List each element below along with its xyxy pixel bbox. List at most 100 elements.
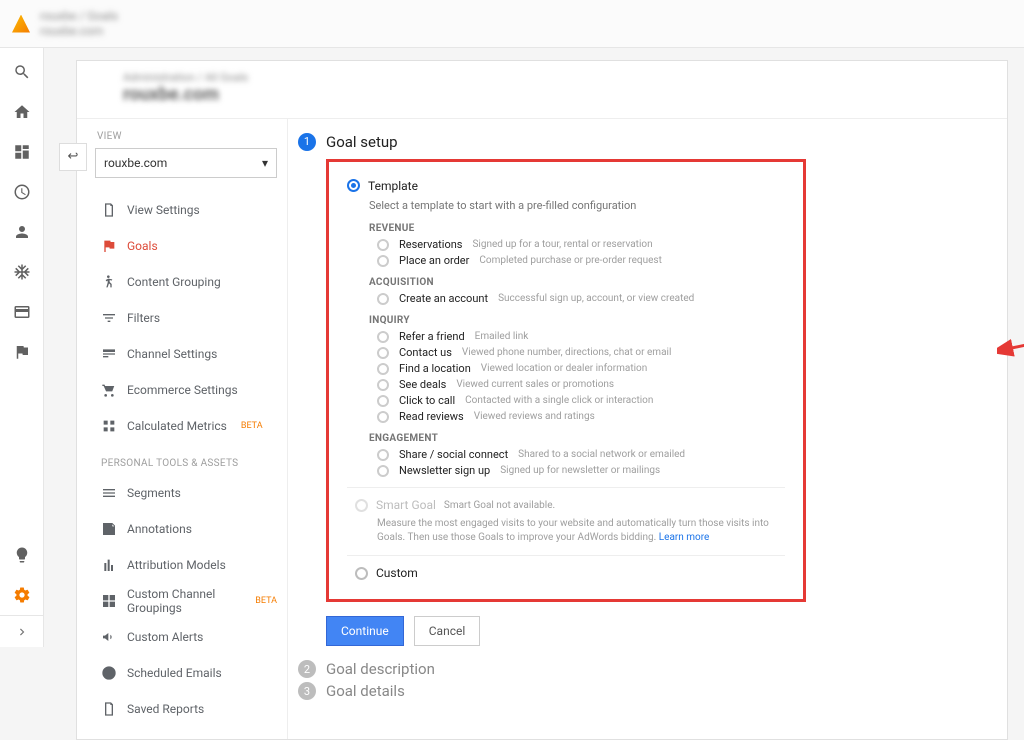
step-1-badge: 1 [298, 133, 316, 151]
dd-icon [101, 418, 117, 434]
sidebar-item-channel-settings[interactable]: Channel Settings [85, 336, 287, 372]
segments-icon [101, 485, 117, 501]
radio-icon [377, 379, 389, 391]
sidebar-item-attribution-models[interactable]: Attribution Models [85, 547, 287, 583]
note-icon [101, 521, 117, 537]
card-icon[interactable] [0, 292, 43, 332]
sidebar-item-scheduled-emails[interactable]: Scheduled Emails [85, 655, 287, 691]
goal-option-create-an-account[interactable]: Create an accountSuccessful sign up, acc… [377, 292, 785, 305]
radio-icon [347, 179, 360, 192]
goal-option-see-deals[interactable]: See dealsViewed current sales or promoti… [377, 378, 785, 391]
radio-icon [377, 395, 389, 407]
bars-icon [101, 557, 117, 573]
radio-icon [377, 363, 389, 375]
dashboard-icon[interactable] [0, 132, 43, 172]
step-3-title: Goal details [326, 682, 405, 700]
clock-icon[interactable] [0, 172, 43, 212]
horn-icon [101, 629, 117, 645]
goal-option-reservations[interactable]: ReservationsSigned up for a tour, rental… [377, 238, 785, 251]
sidebar-item-label: Annotations [127, 522, 192, 536]
cancel-button[interactable]: Cancel [414, 616, 481, 646]
goal-option-desc: Emailed link [475, 331, 529, 342]
goal-option-place-an-order[interactable]: Place an orderCompleted purchase or pre-… [377, 254, 785, 267]
radio-icon [377, 239, 389, 251]
sidebar-item-segments[interactable]: Segments [85, 475, 287, 511]
radio-icon [377, 331, 389, 343]
goal-option-desc: Signed up for newsletter or mailings [500, 465, 660, 476]
goal-option-label: Find a location [399, 362, 471, 375]
goal-option-label: Read reviews [399, 410, 464, 423]
goal-option-desc: Completed purchase or pre-order request [479, 255, 661, 266]
sidebar-item-annotations[interactable]: Annotations [85, 511, 287, 547]
goal-option-label: Reservations [399, 238, 462, 251]
flag-icon [101, 238, 117, 254]
sidebar-item-filters[interactable]: Filters [85, 300, 287, 336]
doc-icon [101, 701, 117, 717]
sidebar-item-view-settings[interactable]: View Settings [85, 192, 287, 228]
breadcrumb: Administration / All Goals [123, 71, 991, 84]
view-selector[interactable]: rouxbe.com ▾ [95, 148, 277, 178]
home-icon[interactable] [0, 92, 43, 132]
sidebar-item-ecommerce-settings[interactable]: Ecommerce Settings [85, 372, 287, 408]
template-label: Template [368, 179, 418, 193]
radio-icon [355, 499, 368, 512]
goal-option-label: Share / social connect [399, 448, 508, 461]
template-desc: Select a template to start with a pre-fi… [369, 198, 785, 213]
admin-card: Administration / All Goals rouxbe.com ↩ … [76, 60, 1008, 740]
sidebar-item-calculated-metrics[interactable]: Calculated MetricsBETA [85, 408, 287, 444]
view-selector-value: rouxbe.com [104, 156, 167, 170]
smart-goal-status: Smart Goal not available. [444, 500, 555, 511]
flag-icon[interactable] [0, 332, 43, 372]
clock2-icon [101, 665, 117, 681]
sidebar-item-label: Calculated Metrics [127, 419, 227, 433]
step-3-badge: 3 [298, 682, 316, 700]
sidebar-item-label: Custom Channel Groupings [127, 587, 241, 615]
admin-sidebar: ↩ VIEW rouxbe.com ▾ View SettingsGoalsCo… [77, 119, 287, 739]
goal-option-desc: Shared to a social network or emailed [518, 449, 685, 460]
group-header: ENGAGEMENT [369, 433, 785, 444]
admin-gear-icon[interactable] [0, 575, 43, 615]
flow-icon[interactable] [0, 252, 43, 292]
goal-option-read-reviews[interactable]: Read reviewsViewed reviews and ratings [377, 410, 785, 423]
goal-option-refer-a-friend[interactable]: Refer a friendEmailed link [377, 330, 785, 343]
goal-option-desc: Viewed current sales or promotions [456, 379, 614, 390]
goal-option-label: Click to call [399, 394, 455, 407]
group-header: ACQUISITION [369, 277, 785, 288]
goal-option-click-to-call[interactable]: Click to callContacted with a single cli… [377, 394, 785, 407]
custom-option[interactable]: Custom [355, 566, 785, 580]
run-icon [101, 274, 117, 290]
sidebar-item-goals[interactable]: Goals [85, 228, 287, 264]
goal-option-label: Contact us [399, 346, 452, 359]
goal-setup-panel: Template Select a template to start with… [326, 159, 806, 602]
radio-icon [377, 465, 389, 477]
step-1-title: Goal setup [326, 133, 398, 151]
sidebar-item-saved-reports[interactable]: Saved Reports [85, 691, 287, 727]
smart-goal-option: Smart Goal Smart Goal not available. [355, 498, 785, 512]
sidebar-item-label: Scheduled Emails [127, 666, 222, 680]
goal-option-label: Create an account [399, 292, 488, 305]
search-icon[interactable] [0, 52, 43, 92]
learn-more-link[interactable]: Learn more [659, 532, 710, 543]
sidebar-item-label: Attribution Models [127, 558, 226, 572]
sidebar-item-custom-alerts[interactable]: Custom Alerts [85, 619, 287, 655]
goal-option-find-a-location[interactable]: Find a locationViewed location or dealer… [377, 362, 785, 375]
sidebar-item-content-grouping[interactable]: Content Grouping [85, 264, 287, 300]
expand-chevron-icon[interactable] [0, 615, 44, 647]
custom-label: Custom [376, 566, 418, 580]
goal-option-contact-us[interactable]: Contact us Viewed phone number, direction… [377, 346, 785, 359]
sidebar-item-label: Channel Settings [127, 347, 217, 361]
continue-button[interactable]: Continue [326, 616, 404, 646]
goal-option-label: Newsletter sign up [399, 464, 490, 477]
template-option[interactable]: Template [347, 179, 785, 193]
user-icon[interactable] [0, 212, 43, 252]
goal-option-newsletter-sign-up[interactable]: Newsletter sign up Signed up for newslett… [377, 464, 785, 477]
goal-option-desc: Viewed phone number, directions, chat or… [462, 347, 671, 358]
group-header: INQUIRY [369, 315, 785, 326]
sidebar-item-custom-channel-groupings[interactable]: Custom Channel Groupings BETA [85, 583, 287, 619]
back-button[interactable]: ↩ [59, 143, 87, 171]
goal-option-share-social-connect[interactable]: Share / social connect Shared to a social… [377, 448, 785, 461]
beta-badge: BETA [255, 596, 277, 606]
filter-icon [101, 310, 117, 326]
discover-icon[interactable] [0, 535, 43, 575]
sidebar-item-label: Saved Reports [127, 702, 204, 716]
